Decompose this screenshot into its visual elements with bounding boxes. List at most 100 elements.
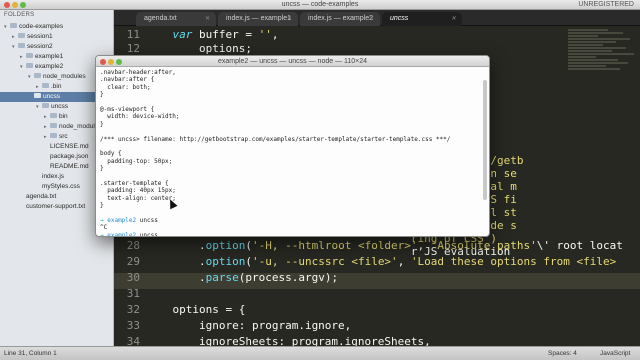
folder-icon xyxy=(42,102,49,108)
tab-index-example1[interactable]: index.js — example1 ✕ xyxy=(218,12,298,26)
code-line: .option('-u, --uncssrc <file>', 'Load th… xyxy=(146,255,616,268)
sidebar-folder-1[interactable]: ▸ session1 xyxy=(0,32,114,42)
terminal-scrollbar[interactable] xyxy=(483,70,487,220)
sidebar-item-label: index.js xyxy=(42,173,65,180)
prompt-arrow-icon: → xyxy=(100,231,104,237)
terminal-prompt-line: → example2 uncss xyxy=(100,231,485,237)
code-token: '-H, --htmlroot <folder>' xyxy=(251,239,418,252)
code-token: . xyxy=(146,255,206,268)
folder-icon xyxy=(34,72,41,78)
terminal-output-line: } xyxy=(100,202,104,210)
sidebar-item-label: README.md xyxy=(50,163,89,170)
terminal-titlebar[interactable]: example2 — uncss — uncss — node — 110×24 xyxy=(96,56,489,67)
prompt-directory: example2 xyxy=(107,216,137,224)
terminal-output-line: } xyxy=(100,120,104,128)
tab-label: index.js — example1 xyxy=(226,15,291,22)
sidebar-item-label: customer-support.txt xyxy=(26,203,86,210)
cursor-position: Line 31, Column 1 xyxy=(4,350,57,357)
folder-icon xyxy=(18,32,25,38)
minimap[interactable] xyxy=(568,28,638,148)
prompt-command: uncss xyxy=(136,216,158,224)
close-icon[interactable]: ✕ xyxy=(451,12,456,26)
sidebar-item-label: session2 xyxy=(27,43,53,50)
line-number: 31 xyxy=(126,287,140,300)
code-line: ignore: program.ignore, xyxy=(146,319,351,332)
sidebar-folder-0[interactable]: ▾ code-examples xyxy=(0,22,114,32)
sidebar-item-label: example1 xyxy=(35,53,64,60)
code-line: .option('-H, --htmlroot <folder>', 'Abso… xyxy=(146,239,623,252)
prompt-directory: example2 xyxy=(107,231,137,237)
line-number: 12 xyxy=(126,42,140,55)
code-token: ignoreSheets: program.ignoreSheets, xyxy=(146,335,431,346)
folder-icon xyxy=(18,42,25,48)
terminal-output-line: .navbar:after { xyxy=(100,76,155,84)
interrupt-text: ^C xyxy=(100,224,108,232)
terminal-window[interactable]: example2 — uncss — uncss — node — 110×24… xyxy=(95,55,490,237)
sidebar-folder-2[interactable]: ▾ session2 xyxy=(0,42,114,52)
terminal-output-line: text-align: center; xyxy=(100,194,176,202)
sidebar-item-label: src xyxy=(59,133,68,140)
terminal-output-line: /*** uncss> filename: http://getbootstra… xyxy=(100,135,451,143)
sidebar-item-label: example2 xyxy=(35,63,64,70)
folders-header: FOLDERS xyxy=(4,12,35,18)
code-token: , xyxy=(271,28,279,41)
code-line: .parse(process.argv); xyxy=(146,271,338,284)
registration-label: UNREGISTERED xyxy=(578,1,634,8)
terminal-output-line: width: device-width; xyxy=(100,113,180,121)
folder-icon xyxy=(26,52,33,58)
code-token: option xyxy=(205,239,246,252)
tab-bar: agenda.txt ✕ index.js — example1 ✕ index.j… xyxy=(114,10,640,26)
line-number: 29 xyxy=(126,255,140,268)
code-token: ignore: program.ignore, xyxy=(146,319,352,332)
indentation-setting[interactable]: Spaces: 4 xyxy=(548,347,577,360)
code-token: buffer = xyxy=(192,28,259,41)
window-titlebar: uncss — code-examples UNREGISTERED xyxy=(0,0,640,10)
close-icon[interactable]: ✕ xyxy=(287,12,292,26)
window-title: uncss — code-examples xyxy=(281,1,359,8)
close-icon[interactable]: ✕ xyxy=(369,12,374,26)
folder-icon xyxy=(42,82,49,88)
code-line: options = { xyxy=(146,303,245,316)
sidebar-item-label: package.json xyxy=(50,153,89,160)
code-token: 'Absolute paths' xyxy=(430,239,537,252)
tab-index-example2[interactable]: index.js — example2 ✕ xyxy=(300,12,380,26)
tab-agenda[interactable]: agenda.txt ✕ xyxy=(136,12,216,26)
prompt-command: uncss xyxy=(136,231,158,237)
scrollbar-thumb[interactable] xyxy=(483,80,487,200)
code-line: ignoreSheets: program.ignoreSheets, xyxy=(146,335,431,346)
terminal-output-line: .starter-template { xyxy=(100,179,169,187)
folder-icon xyxy=(50,122,57,128)
code-token: 'Load these options from <file> xyxy=(410,255,617,268)
tab-label: index.js — example2 xyxy=(308,15,373,22)
code-token: ( xyxy=(245,239,252,252)
sidebar-item-label: myStyles.css xyxy=(42,183,80,190)
terminal-output-line: clear: both; xyxy=(100,83,151,91)
terminal-lines: .navbar-header:after, .navbar:after { cle… xyxy=(100,69,485,217)
sidebar-item-label: .bin xyxy=(51,83,62,90)
sidebar-item-label: bin xyxy=(59,113,68,120)
sidebar-item-label: node_modules xyxy=(43,73,86,80)
folder-icon xyxy=(26,62,33,68)
code-token: option xyxy=(205,255,246,268)
code-line: options; xyxy=(146,42,252,55)
folder-icon xyxy=(10,22,17,28)
code-token: (process.argv); xyxy=(238,271,339,284)
code-token: , xyxy=(417,239,431,252)
sidebar-item-label: code-examples xyxy=(19,23,64,30)
code-token: var xyxy=(146,28,193,41)
close-icon[interactable]: ✕ xyxy=(205,12,210,26)
status-bar: Line 31, Column 1 Spaces: 4 JavaScript xyxy=(0,346,640,360)
line-number: 33 xyxy=(126,319,140,332)
terminal-title: example2 — uncss — uncss — node — 110×24 xyxy=(217,58,368,65)
code-token: . xyxy=(146,239,206,252)
terminal-output[interactable]: .navbar-header:after, .navbar:after { cle… xyxy=(96,67,489,237)
terminal-output-line: body { xyxy=(100,150,122,158)
syntax-selector[interactable]: JavaScript xyxy=(600,347,630,360)
terminal-interrupt-line: ^C xyxy=(100,224,485,231)
tab-uncss[interactable]: uncss ✕ xyxy=(382,12,462,26)
line-number: 11 xyxy=(126,28,140,41)
terminal-output-line: padding: 40px 15px; xyxy=(100,187,176,195)
